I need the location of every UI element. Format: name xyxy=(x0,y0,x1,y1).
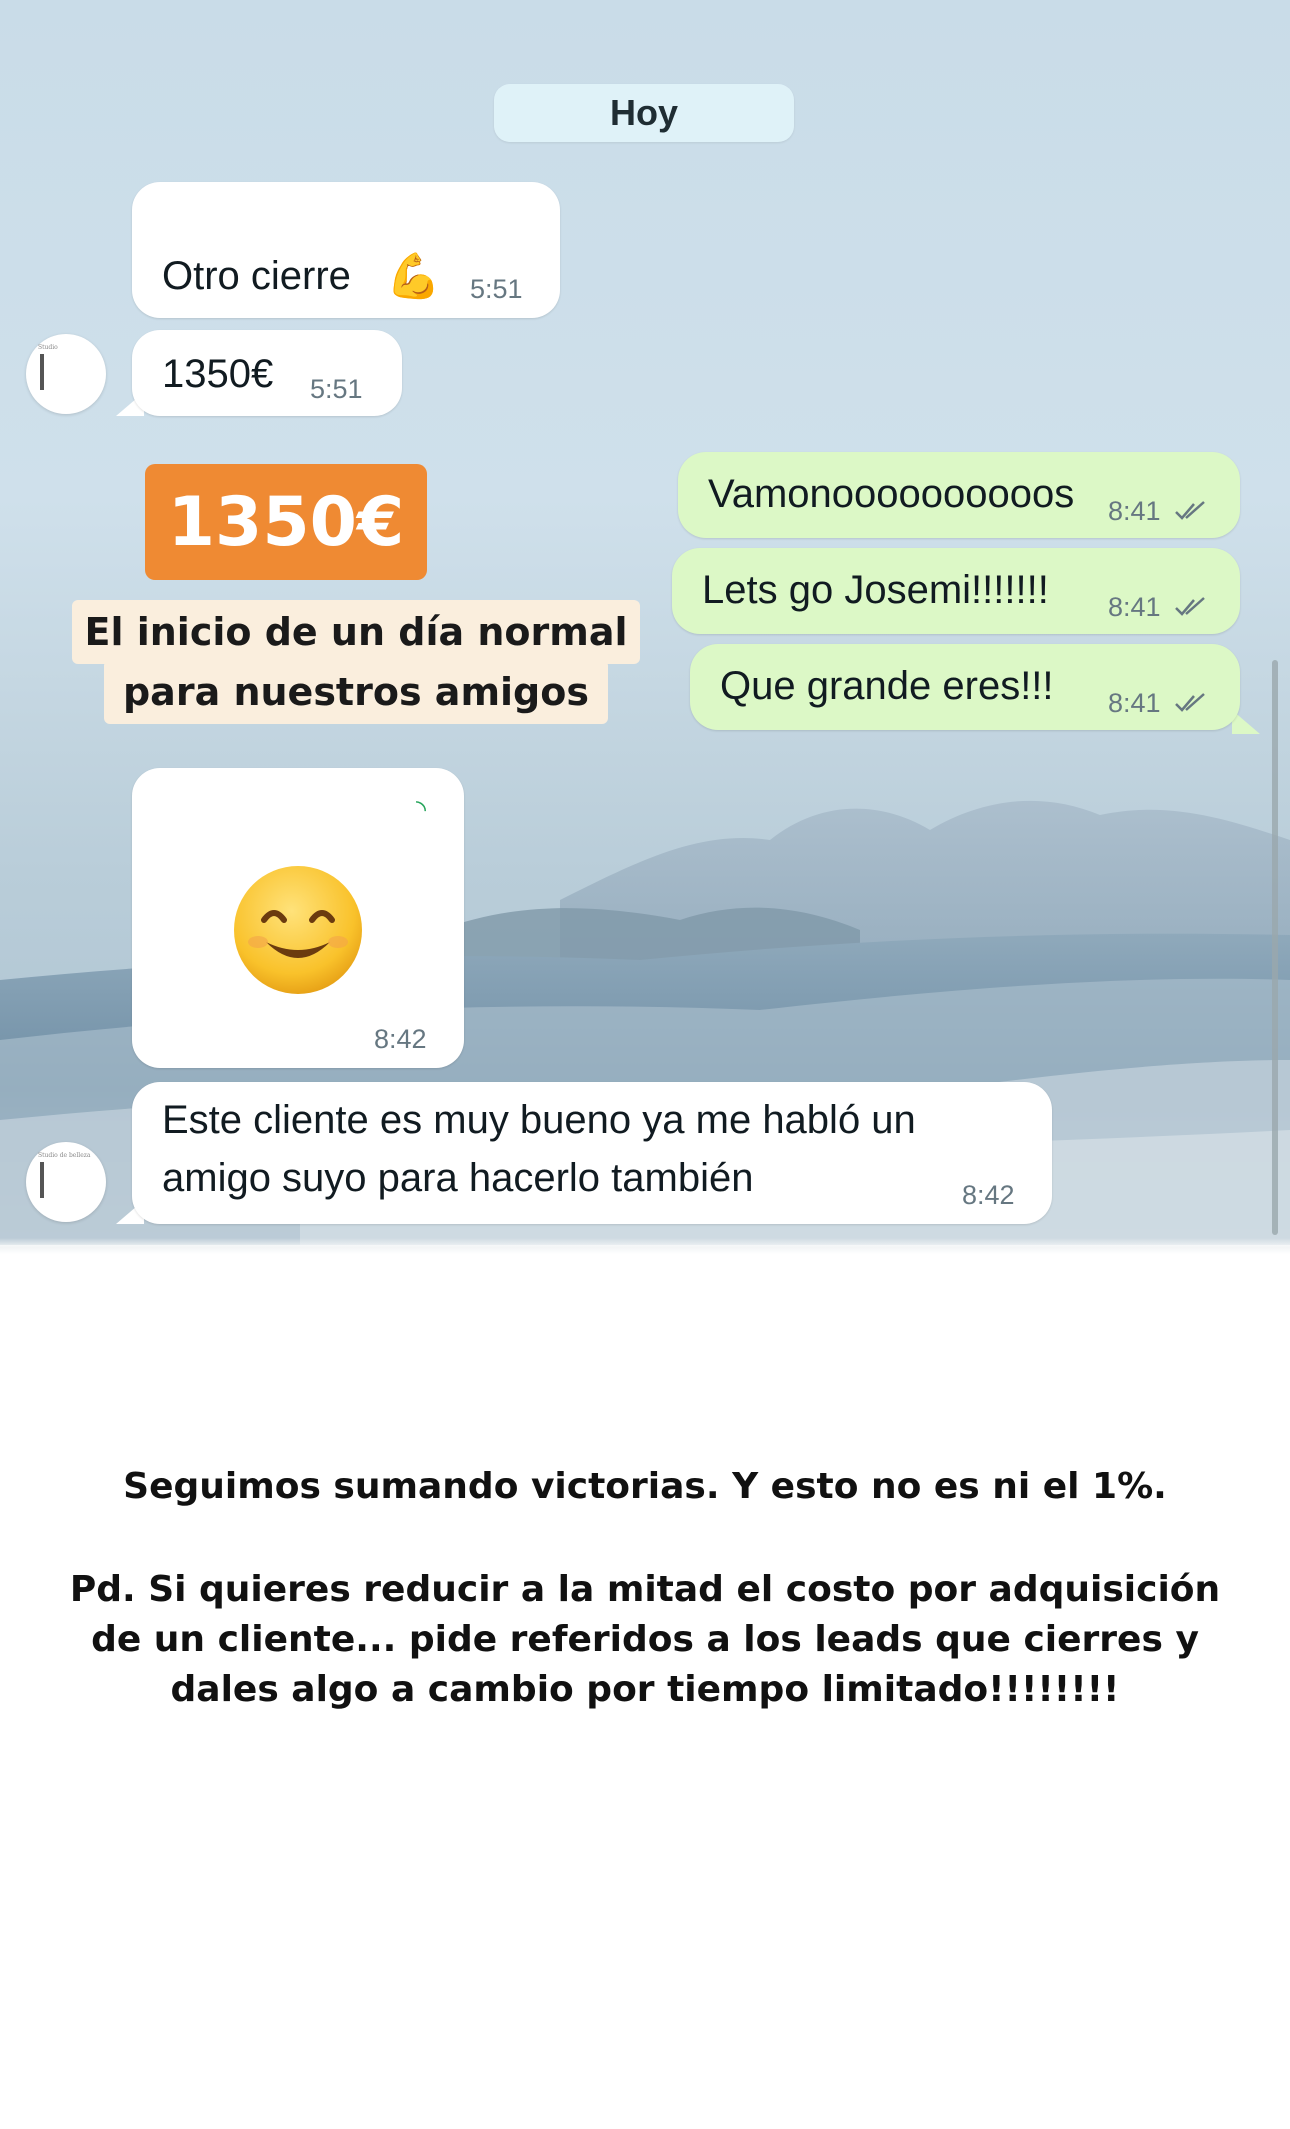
sticker-label-text: El inicio de un día normal xyxy=(84,610,628,654)
message-text-line: amigo suyo para hacerlo también xyxy=(162,1156,754,1200)
message-time: 8:42 xyxy=(374,1024,427,1054)
message-time: 8:41 xyxy=(1108,688,1161,718)
price-sticker-text: 1350€ xyxy=(167,482,405,562)
message-text: Que grande eres!!! xyxy=(720,664,1054,708)
double-check-icon xyxy=(1175,501,1205,520)
price-sticker: 1350€ xyxy=(145,464,427,580)
date-separator: Hoy xyxy=(494,84,794,142)
message-time: 8:41 xyxy=(1108,592,1161,622)
message-bubble-outgoing[interactable]: Vamonoooooooooos 8:41 xyxy=(678,452,1240,538)
message-text: Otro cierre xyxy=(162,254,351,298)
avatar[interactable]: Studio de belleza xyxy=(26,1142,106,1222)
message-text: Lets go Josemi!!!!!!! xyxy=(702,568,1049,612)
double-check-icon xyxy=(1175,693,1205,712)
message-bubble-incoming[interactable]: ◝ 8:42 xyxy=(132,768,464,1068)
message-bubble-outgoing[interactable]: Lets go Josemi!!!!!!! 8:41 xyxy=(672,548,1240,634)
caption-line: Pd. Si quieres reducir a la mitad el cos… xyxy=(69,1569,1221,1610)
message-bubble-outgoing[interactable]: Que grande eres!!! 8:41 xyxy=(690,644,1240,730)
message-time: 8:42 xyxy=(962,1180,1015,1210)
message-text-line: Este cliente es muy bueno ya me habló un xyxy=(162,1098,916,1142)
date-label: Hoy xyxy=(609,92,678,133)
caption-line: dales algo a cambio por tiempo limitado!… xyxy=(170,1669,1120,1710)
message-time: 5:51 xyxy=(310,374,363,404)
flexed-biceps-icon: 💪 xyxy=(386,252,441,301)
chat-screenshot: Hoy Otro cierre 💪 5:51 Studio 1350€ 5:51… xyxy=(0,0,1290,1245)
message-bubble-incoming[interactable]: Este cliente es muy bueno ya me habló un… xyxy=(132,1082,1052,1224)
message-time: 5:51 xyxy=(470,274,523,304)
caption-line: Seguimos sumando victorias. Y esto no es… xyxy=(123,1466,1167,1507)
message-text: Vamonoooooooooos xyxy=(708,472,1075,516)
message-bubble-incoming[interactable]: 1350€ 5:51 xyxy=(132,330,402,416)
sticker-label-line: El inicio de un día normal xyxy=(72,600,640,664)
message-time: 8:41 xyxy=(1108,496,1161,526)
avatar[interactable]: Studio xyxy=(26,334,106,414)
scrollbar[interactable] xyxy=(1272,660,1278,1235)
sticker-label-line: para nuestros amigos xyxy=(104,660,608,724)
smiling-face-icon xyxy=(234,866,362,994)
double-check-icon xyxy=(1175,597,1205,616)
sticker-label-text: para nuestros amigos xyxy=(122,670,589,714)
message-text: 1350€ xyxy=(162,352,274,396)
loading-indicator-icon: ◝ xyxy=(416,794,427,824)
screenshot-edge xyxy=(0,1238,1290,1254)
message-bubble-incoming[interactable]: Otro cierre 💪 5:51 xyxy=(132,182,560,318)
caption-line: de un cliente... pide referidos a los le… xyxy=(91,1619,1199,1660)
